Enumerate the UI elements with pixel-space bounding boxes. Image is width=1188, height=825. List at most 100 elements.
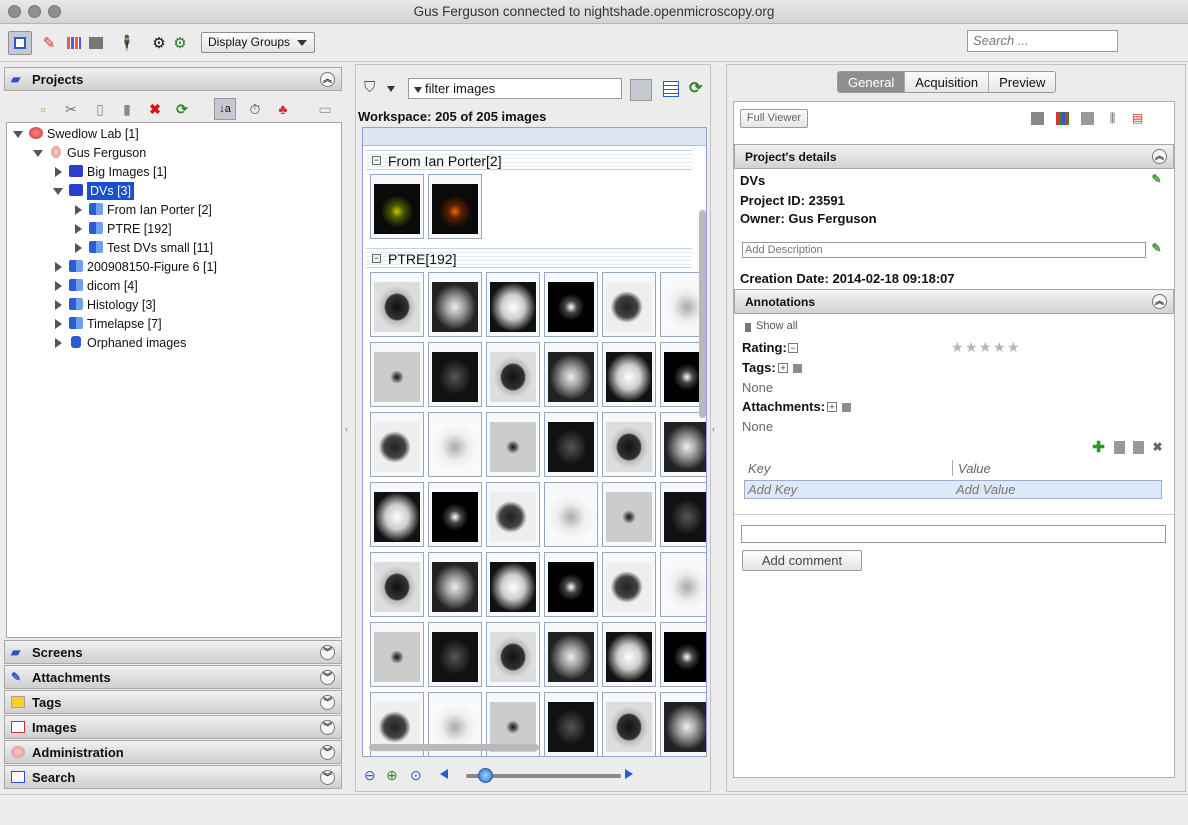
expand-icon[interactable]: ︾ [320,720,335,735]
download-icon[interactable] [1031,112,1044,125]
thumbnail[interactable] [370,482,424,547]
tree-node-orphaned[interactable]: Orphaned images [53,334,293,352]
tree-node-dataset[interactable]: PTRE [192] [73,220,313,238]
scripts-icon[interactable]: ⚙ [168,31,192,55]
expand-icon[interactable]: ︾ [320,770,335,785]
collapse-all-icon[interactable]: ▭ [317,101,333,117]
collapse-icon[interactable]: ︽ [1152,294,1167,309]
expand-icon[interactable]: ︾ [320,645,335,660]
zoom-fit-icon[interactable]: ⊙ [410,767,422,784]
thumbnail[interactable] [370,412,424,477]
thumbnail[interactable] [544,622,598,687]
expand-icon[interactable] [13,131,23,138]
thumbnail[interactable] [602,622,656,687]
refresh-icon[interactable]: ⟳ [174,101,190,117]
thumbnail[interactable] [544,272,598,337]
thumbnail[interactable] [486,482,540,547]
paste-icon[interactable]: ▮ [119,101,135,117]
add-tag-icon[interactable]: + [778,363,788,373]
chart-icon[interactable]: ⫼ [1106,112,1119,125]
delete-icon[interactable]: ✖ [147,101,163,117]
thumbnail[interactable] [370,174,424,239]
thumbnail[interactable] [602,692,656,756]
add-key-field[interactable]: Add Key [748,482,797,497]
expand-icon[interactable]: ︾ [320,670,335,685]
collapse-icon[interactable]: ︽ [1152,149,1167,164]
filter-input[interactable]: filter images [408,78,622,99]
splitter-handle[interactable]: ‹ [345,424,348,434]
rating-stars[interactable]: ★ ★ ★ ★ ★ [951,339,1026,355]
kv-input-row[interactable]: Add Key Add Value [744,480,1162,499]
delete-annotation-icon[interactable]: ✖ [1151,441,1164,454]
expand-icon[interactable] [53,188,63,195]
screens-section-header[interactable]: ▰ Screens ︾ [4,640,342,664]
thumbnail[interactable] [370,272,424,337]
tree-node-dataset[interactable]: dicom [4] [53,277,293,295]
annotations-header[interactable]: Annotations ︽ [734,289,1174,314]
image-view-icon[interactable] [84,31,108,55]
collapse-icon[interactable]: ︽ [320,72,335,87]
description-input[interactable]: Add Description [742,242,1146,258]
thumbnail-view-icon[interactable] [630,79,652,101]
tree-node-dataset[interactable]: Timelapse [7] [53,315,293,333]
thumbnail[interactable] [486,412,540,477]
thumbnail[interactable] [660,692,706,756]
thumbnail[interactable] [602,342,656,407]
expand-icon[interactable] [55,281,62,291]
cut-icon[interactable]: ✂ [63,101,79,117]
thumbnail[interactable] [428,622,482,687]
data-manager-icon[interactable] [8,31,32,55]
group-icon[interactable]: ♣ [275,101,291,117]
add-attachment-icon[interactable]: + [827,402,837,412]
expand-icon[interactable] [55,167,62,177]
search-section-header[interactable]: Search ︾ [4,765,342,789]
notes-icon[interactable]: ✎ [37,31,61,55]
tree-node-dataset[interactable]: 200908150-Figure 6 [1] [53,258,313,276]
remove-tag-icon[interactable] [793,364,802,373]
report-icon[interactable]: ▤ [1131,112,1144,125]
add-annotation-icon[interactable]: ✚ [1092,440,1105,455]
copy-annotation-icon[interactable] [1114,441,1125,454]
list-view-icon[interactable] [663,81,679,97]
group-header[interactable]: − PTRE[192] [366,248,692,268]
projects-section-header[interactable]: ▰ Projects ︽ [4,67,342,91]
paste-annotation-icon[interactable] [1133,441,1144,454]
thumbnail[interactable] [486,622,540,687]
thumbnail[interactable] [428,482,482,547]
chevron-down-icon[interactable] [387,86,395,92]
thumbnail[interactable] [370,342,424,407]
thumbnail[interactable] [660,622,706,687]
expand-icon[interactable] [55,319,62,329]
timer-icon[interactable]: ⏱ [247,101,263,117]
slider-right-arrow-icon[interactable] [625,769,633,779]
tree-node-user[interactable]: Gus Ferguson [33,144,293,162]
thumbnail[interactable] [544,342,598,407]
edit-description-icon[interactable]: ✎ [1150,242,1163,255]
thumbnail[interactable] [486,342,540,407]
thumbnail[interactable] [428,552,482,617]
display-groups-dropdown[interactable]: Display Groups [201,32,315,53]
attachments-section-header[interactable]: ✎ Attachments ︾ [4,665,342,689]
expand-icon[interactable]: ︾ [320,695,335,710]
images-section-header[interactable]: Images ︾ [4,715,342,739]
comment-input[interactable] [741,525,1166,543]
thumbnail[interactable] [602,272,656,337]
vertical-scrollbar[interactable] [699,210,706,418]
tree-node-project[interactable]: Big Images [1] [53,163,293,181]
thumbnail[interactable] [370,622,424,687]
new-icon[interactable]: ▫ [35,101,51,117]
thumbnail[interactable] [544,552,598,617]
collapse-icon[interactable]: − [372,254,381,263]
search-input[interactable]: Search ... [967,30,1118,52]
expand-icon[interactable] [75,224,82,234]
horizontal-scrollbar[interactable] [369,744,539,751]
zoom-out-icon[interactable]: ⊖ [364,767,376,784]
tree-node-project-selected[interactable]: DVs [3] [53,182,293,200]
collapse-icon[interactable]: − [372,156,381,165]
thumbnail[interactable] [428,174,482,239]
sort-icon[interactable]: ↓a [214,98,236,120]
thumbnail[interactable] [486,272,540,337]
remove-attachment-icon[interactable] [842,403,851,412]
expand-icon[interactable] [55,300,62,310]
expand-icon[interactable] [55,262,62,272]
